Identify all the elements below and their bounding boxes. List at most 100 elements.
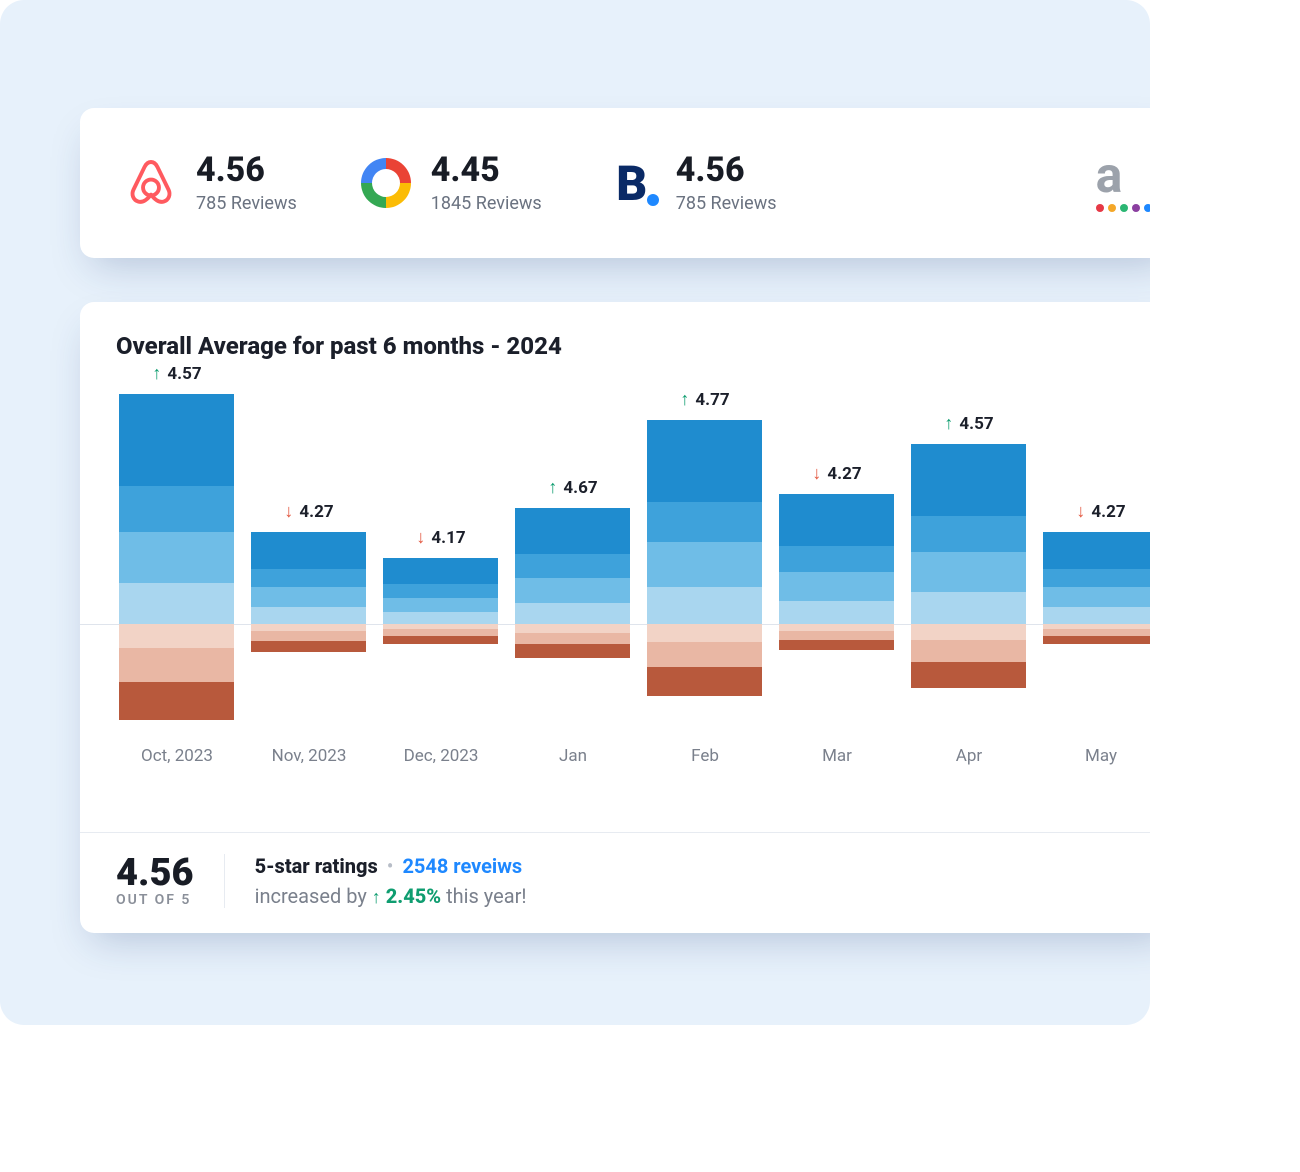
overall-score: 4.56: [116, 854, 194, 892]
overall-average-card: Overall Average for past 6 months - 2024…: [80, 302, 1150, 933]
bar-segment: [515, 578, 630, 604]
bar-upper-stack: [119, 394, 234, 624]
bar-upper-stack: [779, 494, 894, 624]
bar-lower-stack: [1043, 624, 1150, 644]
bar-column: ↓ 4.27 Nov, 2023: [248, 368, 370, 764]
bar-lower-stack: [383, 624, 498, 644]
bar-value: 4.57: [167, 364, 201, 384]
arrow-down-icon: ↓: [284, 503, 293, 521]
month-label: Oct, 2023: [116, 746, 238, 766]
bar-upper-stack: [1043, 532, 1150, 624]
google-icon: [359, 156, 413, 210]
arrow-down-icon: ↓: [416, 529, 425, 547]
month-label: Jan: [512, 746, 634, 766]
footer-summary: 5-star ratings • 2548 reveiws increased …: [255, 851, 527, 911]
bar-column: ↓ 4.17 Dec, 2023: [380, 368, 502, 764]
bar-lower-stack: [911, 624, 1026, 688]
google-reviews: 1845 Reviews: [431, 193, 542, 214]
bar-column: ↑4.67Jan: [512, 368, 634, 764]
bar-lower-stack: [119, 624, 234, 720]
booking-icon: B: [604, 156, 658, 210]
bar-segment: [383, 629, 498, 636]
bar-value: 4.77: [695, 390, 729, 410]
arrow-down-icon: ↓: [812, 465, 821, 483]
bar-lower-stack: [251, 624, 366, 652]
bar-segment: [779, 640, 894, 650]
bar-segment: [251, 607, 366, 624]
bar-value-label: ↓4.27: [1040, 502, 1150, 522]
bar-segment: [1043, 569, 1150, 587]
bar-segment: [383, 558, 498, 584]
bar-segment: [383, 636, 498, 644]
month-label: Apr: [908, 746, 1030, 766]
bar-segment: [647, 587, 762, 624]
reviews-link[interactable]: 2548 reveiws: [402, 854, 522, 878]
bar-value-label: ↑4.77: [644, 390, 766, 410]
chart-footer: 4.56 OUT OF 5 5-star ratings • 2548 reve…: [80, 832, 1150, 933]
bar-value: 4.27: [299, 502, 333, 522]
bar-segment: [383, 584, 498, 597]
bar-segment: [1043, 532, 1150, 569]
bar-value-label: ↓ 4.27: [248, 502, 370, 522]
bar-segment: [515, 554, 630, 577]
bar-segment: [383, 612, 498, 624]
arrow-up-icon: ↑: [944, 415, 953, 433]
bar-segment: [515, 633, 630, 645]
increase-pct: 2.45%: [386, 884, 441, 908]
platform-google: 4.45 1845 Reviews: [359, 153, 542, 214]
bar-value: 4.57: [959, 414, 993, 434]
bar-segment: [251, 631, 366, 641]
platform-agoda: a: [1082, 156, 1136, 210]
bar-segment: [911, 662, 1026, 688]
chart-title: Overall Average for past 6 months - 2024: [80, 302, 1150, 368]
chart-area: ↑4.57Oct, 2023↓4.27Nov, 2023↓4.17Dec, 20…: [80, 368, 1150, 832]
bar-lower-stack: [515, 624, 630, 658]
footer-score-block: 4.56 OUT OF 5: [116, 854, 225, 908]
month-label: May: [1040, 746, 1150, 766]
arrow-up-icon: ↑: [152, 365, 161, 383]
airbnb-reviews: 785 Reviews: [196, 193, 297, 214]
bar-segment: [647, 642, 762, 667]
bar-segment: [515, 603, 630, 624]
bar-upper-stack: [251, 532, 366, 624]
increase-pre: increased by: [255, 884, 367, 908]
airbnb-icon: [124, 156, 178, 210]
bar-value-label: ↑ 4.57: [116, 364, 238, 384]
bar-segment: [251, 587, 366, 607]
arrow-up-icon: ↑: [372, 887, 381, 908]
month-label: Dec, 2023: [380, 746, 502, 766]
platform-airbnb: 4.56 785 Reviews: [124, 153, 297, 214]
bar-segment: [119, 648, 234, 682]
bar-column: ↓4.27 May: [1040, 368, 1150, 764]
bar-segment: [119, 583, 234, 624]
bar-segment: [911, 444, 1026, 516]
bar-segment: [911, 624, 1026, 640]
bar-value-label: ↓4.27: [776, 464, 898, 484]
bar-segment: [779, 546, 894, 572]
bar-segment: [647, 542, 762, 587]
bar-upper-stack: [647, 420, 762, 624]
bar-column: ↑4.57Oct, 2023: [116, 368, 238, 764]
bar-segment: [383, 598, 498, 613]
bar-segment: [251, 532, 366, 569]
bar-lower-stack: [647, 624, 762, 696]
google-score: 4.45: [431, 153, 542, 187]
airbnb-score: 4.56: [196, 153, 297, 187]
month-label: Nov, 2023: [248, 746, 370, 766]
out-of-label: OUT OF 5: [116, 892, 194, 908]
bar-column: ↓4.27Mar: [776, 368, 898, 764]
bar-value: 4.17: [431, 528, 465, 548]
bar-segment: [779, 572, 894, 601]
bar-segment: [119, 394, 234, 486]
bar-value-label: ↓ 4.17: [380, 528, 502, 548]
five-star-label: 5-star ratings: [255, 854, 378, 878]
bar-segment: [911, 552, 1026, 592]
bar-upper-stack: [911, 444, 1026, 624]
bar-segment: [1043, 629, 1150, 636]
month-label: Feb: [644, 746, 766, 766]
bar-column: ↑4.77 Feb: [644, 368, 766, 764]
bar-segment: [119, 624, 234, 648]
arrow-up-icon: ↑: [548, 479, 557, 497]
bar-segment: [911, 516, 1026, 552]
bar-segment: [251, 624, 366, 631]
